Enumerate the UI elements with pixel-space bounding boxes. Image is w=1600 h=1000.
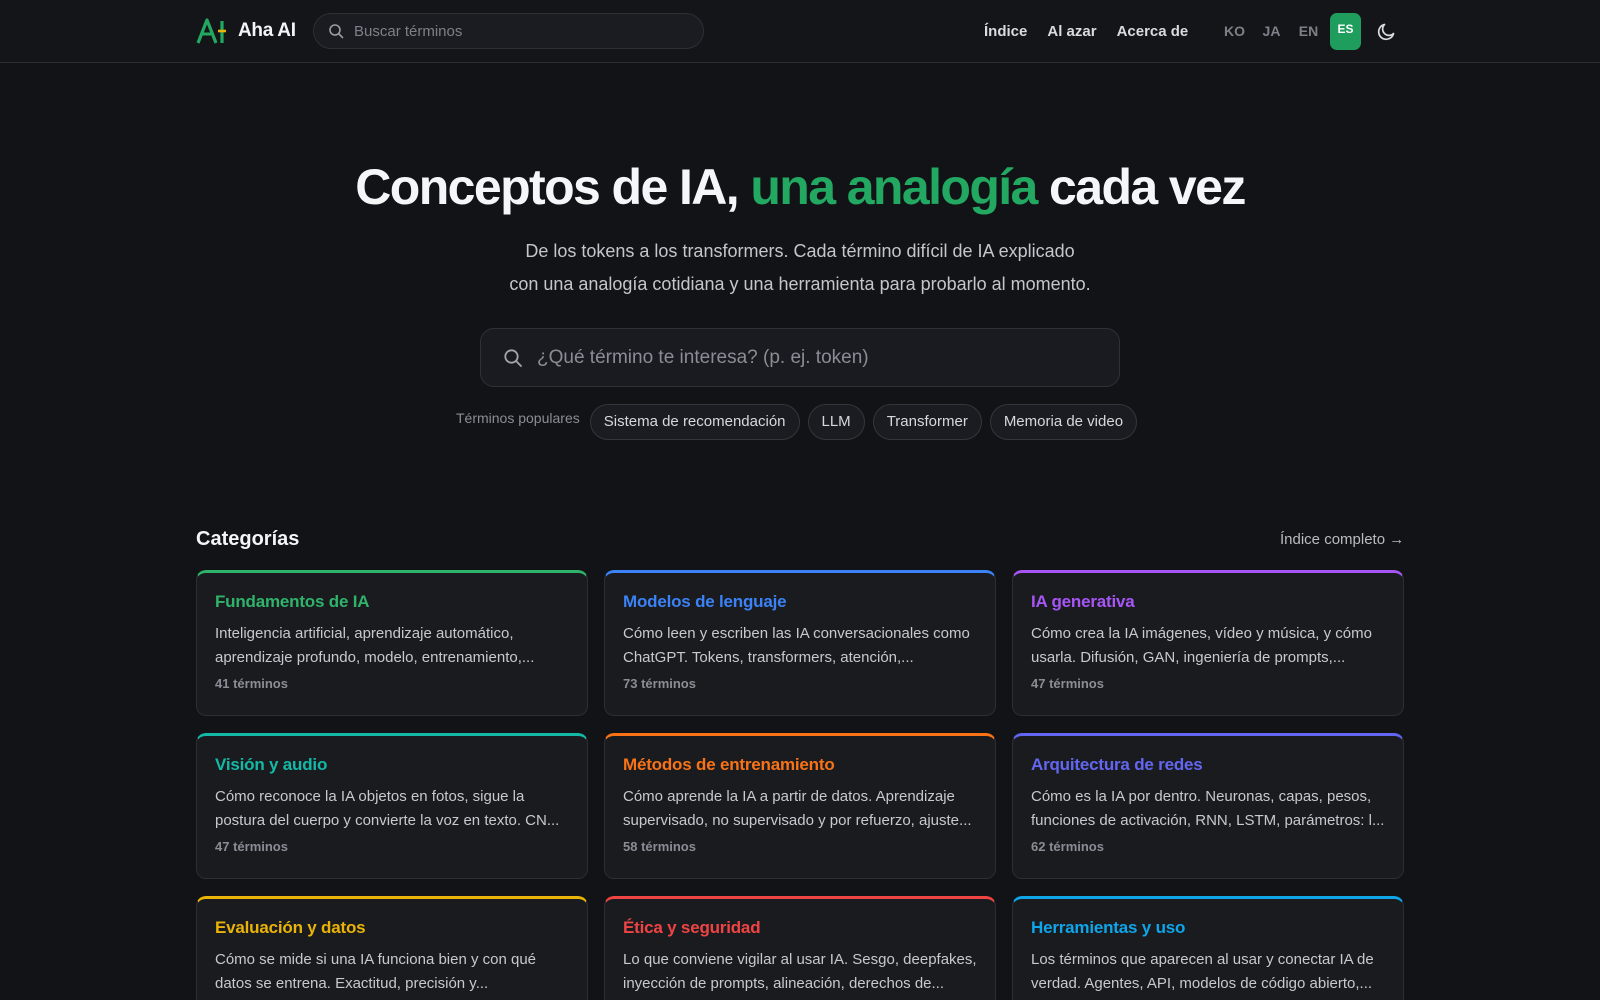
category-card-title: Arquitectura de redes xyxy=(1031,755,1203,774)
category-card-title: Ética y seguridad xyxy=(623,918,761,937)
category-card-tools-usage[interactable]: Herramientas y uso Los términos que apar… xyxy=(1012,896,1404,1000)
category-card-title: Modelos de lenguaje xyxy=(623,592,787,611)
categories-title: Categorías xyxy=(196,528,300,550)
hero-title: Conceptos de IA, una analogía cada vez xyxy=(0,158,1600,216)
category-card-description: Cómo se mide si una IA funciona bien y c… xyxy=(215,951,537,992)
popular-term-chip[interactable]: Transformer xyxy=(872,403,982,440)
lang-en[interactable]: EN xyxy=(1290,23,1327,39)
popular-term-chip[interactable]: LLM xyxy=(807,403,865,440)
brand-name: Aha AI xyxy=(238,20,296,41)
popular-term-chip[interactable]: Sistema de recomendación xyxy=(589,403,800,440)
hero-subtitle-line1: De los tokens a los transformers. Cada t… xyxy=(525,241,1075,261)
category-card-description: Los términos que aparecen al usar y cone… xyxy=(1031,951,1374,992)
category-card-description: Cómo leen y escriben las IA conversacion… xyxy=(623,625,970,666)
category-card-generative-ai[interactable]: IA generativa Cómo crea la IA imágenes, … xyxy=(1012,570,1404,716)
nav-search[interactable] xyxy=(313,13,704,49)
category-card-vision-audio[interactable]: Visión y audio Cómo reconoce la IA objet… xyxy=(196,733,588,879)
category-card-description: Lo que conviene vigilar al usar IA. Sesg… xyxy=(623,951,977,992)
category-card-language-models[interactable]: Modelos de lenguaje Cómo leen y escriben… xyxy=(604,570,996,716)
category-card-count: 62 términos xyxy=(1031,839,1104,854)
hero-title-accent: una analogía xyxy=(750,159,1038,215)
full-index-link[interactable]: Índice completo → xyxy=(1280,531,1404,548)
brand[interactable]: Aha AI xyxy=(196,17,296,45)
category-card-description: Inteligencia artificial, aprendizaje aut… xyxy=(215,625,535,666)
popular-terms-label: Términos populares xyxy=(456,409,580,426)
hero-subtitle-line2: con una analogía cotidiana y una herrami… xyxy=(509,274,1091,294)
category-card-title: Herramientas y uso xyxy=(1031,918,1186,937)
moon-icon[interactable] xyxy=(1376,20,1398,42)
language-switcher: KO JA EN ES xyxy=(1216,12,1361,50)
category-card-title: Evaluación y datos xyxy=(215,918,366,937)
category-card-training-methods[interactable]: Métodos de entrenamiento Cómo aprende la… xyxy=(604,733,996,879)
search-icon xyxy=(329,24,344,39)
nav-search-input[interactable] xyxy=(354,22,674,40)
category-card-title: Visión y audio xyxy=(215,755,328,774)
category-card-count: 47 términos xyxy=(215,839,288,854)
category-card-description: Cómo es la IA por dentro. Neuronas, capa… xyxy=(1031,788,1385,829)
hero-search-input[interactable] xyxy=(537,346,1097,369)
hero-title-post: cada vez xyxy=(1036,159,1246,215)
logo-icon xyxy=(196,18,226,44)
category-card-description: Cómo aprende la IA a partir de datos. Ap… xyxy=(623,788,972,829)
nav-link-about[interactable]: Acerca de xyxy=(1117,23,1189,40)
popular-terms: Términos populares Sistema de recomendac… xyxy=(456,403,1138,440)
category-card-count: 47 términos xyxy=(1031,676,1104,691)
lang-ko[interactable]: KO xyxy=(1216,23,1253,39)
hero-title-pre: Conceptos de IA, xyxy=(355,159,751,215)
nav-link-index[interactable]: Índice xyxy=(984,23,1027,40)
top-nav: Aha AI Índice Al azar Acerca de KO JA EN… xyxy=(0,0,1600,63)
category-card-count: 73 términos xyxy=(623,676,696,691)
hero-search[interactable] xyxy=(480,328,1120,387)
category-card-network-architecture[interactable]: Arquitectura de redes Cómo es la IA por … xyxy=(1012,733,1404,879)
lang-es[interactable]: ES xyxy=(1330,12,1361,50)
category-card-evaluation-data[interactable]: Evaluación y datos Cómo se mide si una I… xyxy=(196,896,588,1000)
category-card-count: 41 términos xyxy=(215,676,288,691)
search-icon xyxy=(504,348,522,367)
category-card-ethics-safety[interactable]: Ética y seguridad Lo que conviene vigila… xyxy=(604,896,996,1000)
category-card-description: Cómo crea la IA imágenes, vídeo y música… xyxy=(1031,625,1372,666)
category-card-count: 58 términos xyxy=(623,839,696,854)
category-card-title: Fundamentos de IA xyxy=(215,592,370,611)
lang-ja[interactable]: JA xyxy=(1253,23,1290,39)
category-card-title: Métodos de entrenamiento xyxy=(623,755,835,774)
hero-subtitle: De los tokens a los transformers. Cada t… xyxy=(400,235,1200,301)
nav-links: Índice Al azar Acerca de xyxy=(984,0,1208,62)
nav-link-random[interactable]: Al azar xyxy=(1047,23,1096,40)
popular-term-chip[interactable]: Memoria de video xyxy=(989,403,1138,440)
category-card-description: Cómo reconoce la IA objetos en fotos, si… xyxy=(215,788,560,829)
category-card-ai-fundamentals[interactable]: Fundamentos de IA Inteligencia artificia… xyxy=(196,570,588,716)
category-card-title: IA generativa xyxy=(1031,592,1135,611)
